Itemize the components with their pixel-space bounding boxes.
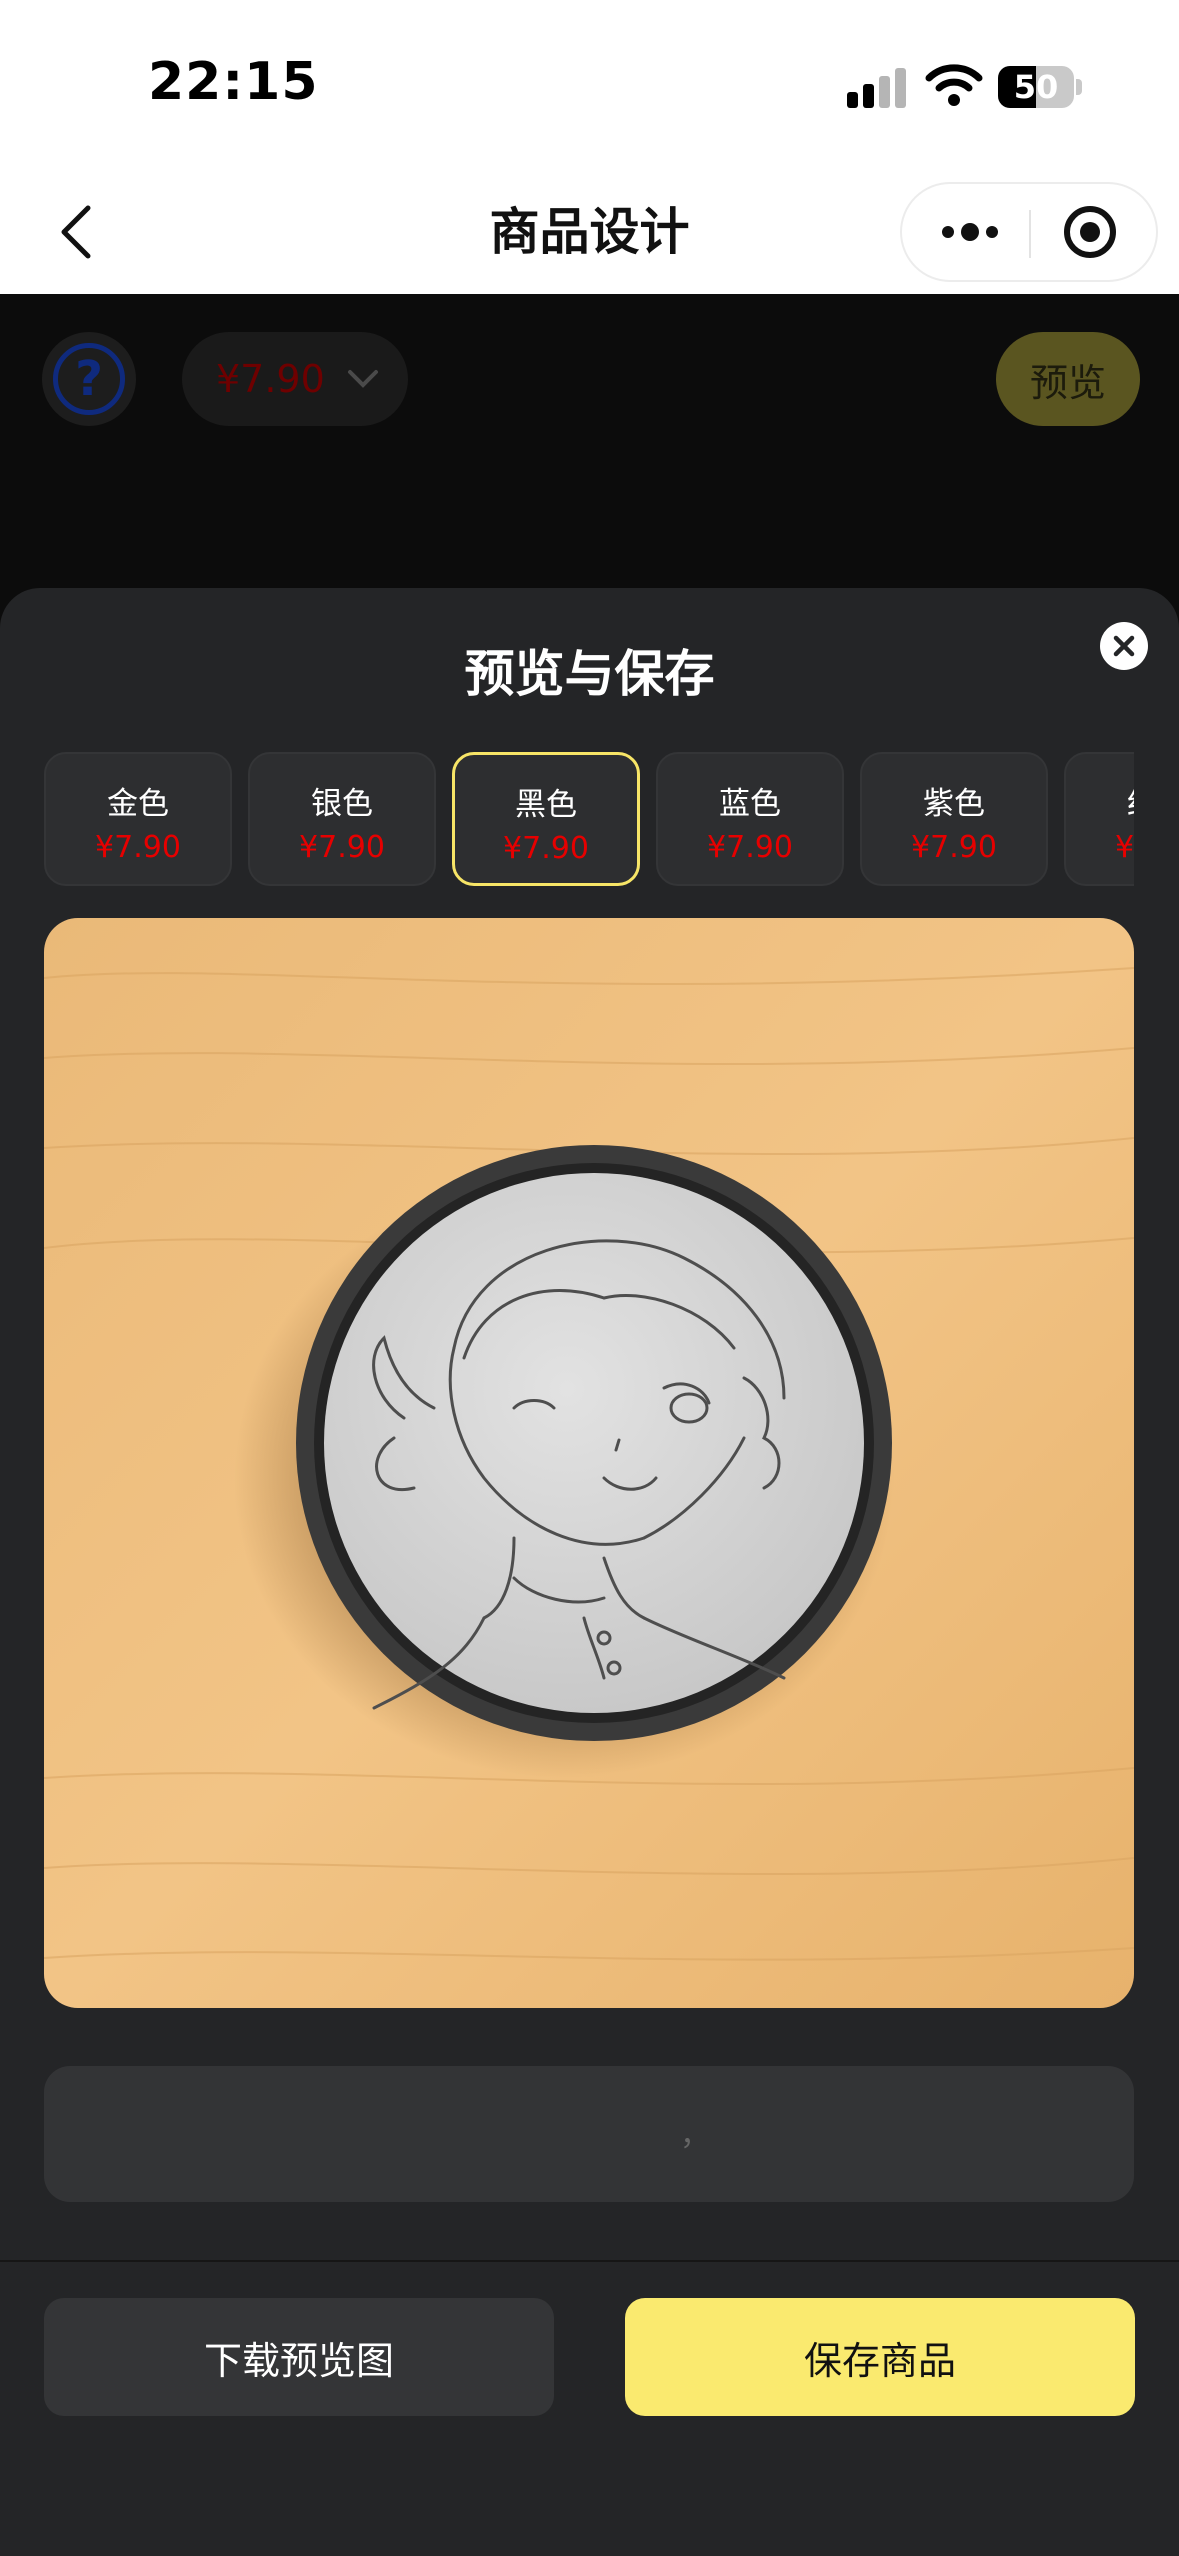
navigation-bar: 商品设计 [0,170,1179,294]
wifi-icon [925,64,983,106]
battery-level-text: 50 [1013,68,1059,106]
product-preview-image [44,918,1134,2008]
close-mini-program-button[interactable] [1042,194,1138,270]
status-bar: 22:15 50 [0,0,1179,170]
battery-indicator: 50 [998,66,1082,108]
chevron-down-icon [347,370,378,388]
status-time: 22:15 [148,52,319,112]
color-name: 蓝色 [719,786,781,822]
mini-program-capsule [900,182,1158,282]
divider [0,2260,1179,2262]
color-option-gold[interactable]: 金色 ¥7.90 [44,752,232,886]
color-price: ¥7.90 [911,830,997,865]
info-bar: ， [44,2066,1134,2202]
color-price: ¥7.90 [1115,830,1134,865]
color-price: ¥7.90 [707,830,793,865]
cellular-signal-icon [847,68,906,108]
color-options: 金色 ¥7.90 银色 ¥7.90 黑色 ¥7.90 蓝色 ¥7.90 紫色 ¥… [44,752,1134,888]
color-name: 金色 [107,786,169,822]
color-price: ¥7.90 [95,830,181,865]
color-option-black[interactable]: 黑色 ¥7.90 [452,752,640,886]
sheet-title: 预览与保存 [464,645,715,703]
price-select[interactable]: ¥7.90 [182,332,408,426]
preview-save-sheet: 预览与保存 金色 ¥7.90 银色 ¥7.90 黑色 ¥7.90 蓝色 ¥7.9… [0,588,1179,2556]
help-button[interactable]: ? [42,332,136,426]
sheet-close-button[interactable] [1100,622,1148,670]
download-preview-button[interactable]: 下载预览图 [44,2298,554,2416]
color-name: 银色 [311,786,373,822]
more-dots-icon [942,223,998,241]
color-option-red[interactable]: 红色 ¥7.90 [1064,752,1134,886]
color-option-silver[interactable]: 银色 ¥7.90 [248,752,436,886]
target-close-icon [1064,206,1116,258]
close-x-icon [1113,635,1135,657]
save-product-button[interactable]: 保存商品 [625,2298,1135,2416]
color-name: 黑色 [515,787,577,823]
color-price: ¥7.90 [299,830,385,865]
price-select-value: ¥7.90 [216,357,325,401]
more-button[interactable] [922,194,1018,270]
preview-button[interactable]: 预览 [996,332,1140,426]
help-icon: ? [53,343,125,415]
color-price: ¥7.90 [503,831,589,866]
info-text: ， [680,2118,710,2153]
color-name: 紫色 [923,786,985,822]
color-option-blue[interactable]: 蓝色 ¥7.90 [656,752,844,886]
color-name: 红色 [1066,778,1134,823]
color-option-purple[interactable]: 紫色 ¥7.90 [860,752,1048,886]
